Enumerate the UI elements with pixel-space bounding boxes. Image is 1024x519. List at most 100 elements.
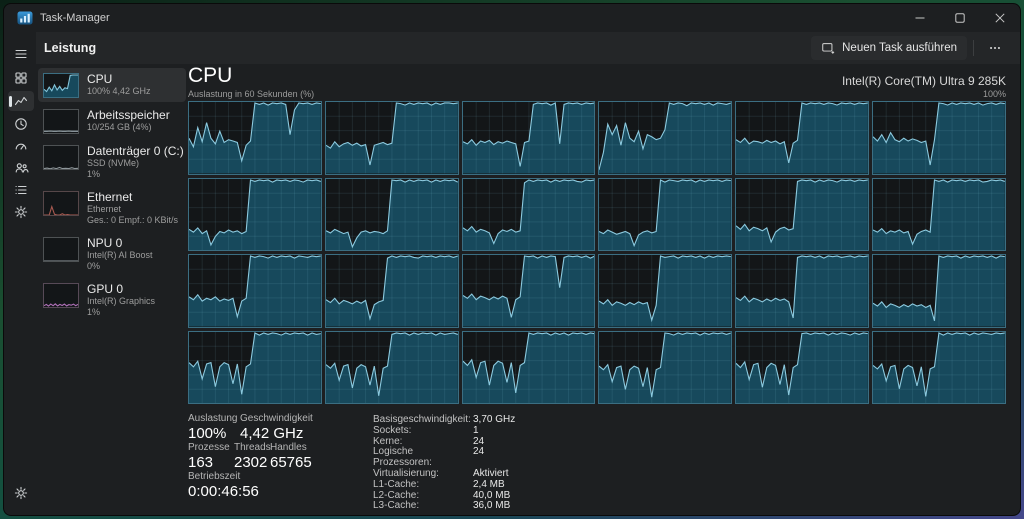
sidebar-item-sub: 1% (87, 307, 155, 318)
cpu-core-graph-core-17 (872, 254, 1006, 328)
processes-icon (13, 70, 29, 86)
graph-caption-left: Auslastung in 60 Sekunden (%) (188, 89, 314, 99)
settings-button[interactable] (8, 483, 34, 503)
cpu-core-graph-core-19 (325, 331, 459, 405)
graph-caption-right: 100% (983, 89, 1006, 99)
run-new-task-label: Neuen Task ausführen (842, 42, 957, 54)
cpu-core-graph-core-12 (188, 254, 322, 328)
close-button[interactable] (980, 4, 1020, 32)
stat-utilization: Auslastung100% (188, 413, 237, 442)
stat-handles: Handles65765 (270, 442, 312, 471)
hamburger-icon (13, 46, 29, 62)
cpu-heading: CPU (188, 64, 232, 88)
ethernet-sparkline (43, 191, 79, 216)
sidebar-item-gpu[interactable]: GPU 0 Intel(R) Graphics 1% (38, 278, 186, 322)
settings-gear-icon (13, 485, 29, 501)
menu-button[interactable] (8, 44, 34, 64)
history-clock-icon (13, 116, 29, 132)
selected-indicator (9, 96, 12, 107)
services-gear-icon (13, 204, 29, 220)
sidebar-item-ethernet[interactable]: Ethernet Ethernet Ges.: 0 Empf.: 0 KBit/… (38, 186, 186, 230)
sidebar-item-sub: Ethernet (87, 204, 178, 215)
nav-item-processes[interactable] (8, 68, 34, 88)
detail-row: Sockets:1 (373, 426, 515, 437)
nav-item-details[interactable] (8, 180, 34, 200)
sidebar-item-disk[interactable]: Datenträger 0 (C:) SSD (NVMe) 1% (38, 140, 186, 184)
cpu-core-graph-core-22 (735, 331, 869, 405)
cpu-core-graph-core-10 (735, 178, 869, 252)
cpu-sparkline (43, 73, 79, 98)
gpu-sparkline (43, 283, 79, 308)
nav-item-startup-apps[interactable] (8, 136, 34, 156)
cpu-core-graph-core-5 (872, 101, 1006, 175)
task-manager-logo-icon (17, 10, 33, 26)
sidebar-item-sub: Intel(R) Graphics (87, 296, 155, 307)
cpu-core-graph-core-9 (598, 178, 732, 252)
performance-icon (13, 93, 29, 109)
run-new-task-button[interactable]: Neuen Task ausführen (811, 36, 967, 60)
sidebar-item-title: Datenträger 0 (C:) (87, 144, 181, 158)
users-icon (13, 160, 29, 176)
gauge-icon (13, 138, 29, 154)
sidebar-item-title: GPU 0 (87, 282, 155, 296)
cpu-core-graph-core-18 (188, 331, 322, 405)
list-icon (13, 182, 29, 198)
sidebar-item-title: Arbeitsspeicher (87, 108, 170, 122)
cpu-core-grid (188, 101, 1006, 404)
cpu-details: Basisgeschwindigkeit:3,70 GHz Sockets:1 … (373, 415, 515, 512)
sidebar-item-title: NPU 0 (87, 236, 153, 250)
cpu-core-graph-core-13 (325, 254, 459, 328)
cpu-core-graph-core-23 (872, 331, 1006, 405)
cpu-core-graph-core-21 (598, 331, 732, 405)
memory-sparkline (43, 109, 79, 134)
cpu-core-graph-core-15 (598, 254, 732, 328)
cpu-core-graph-core-0 (188, 101, 322, 175)
nav-item-app-history[interactable] (8, 114, 34, 134)
cpu-core-graph-core-7 (325, 178, 459, 252)
minimize-button[interactable] (900, 4, 940, 32)
sidebar-item-title: Ethernet (87, 190, 178, 204)
more-options-button[interactable] (980, 36, 1010, 60)
sidebar-item-sub: 0% (87, 261, 153, 272)
stat-speed: Geschwindigkeit4,42 GHz (240, 413, 313, 442)
nav-item-performance[interactable] (8, 91, 34, 111)
cpu-core-graph-core-6 (188, 178, 322, 252)
cpu-core-graph-core-3 (598, 101, 732, 175)
cpu-core-graph-core-8 (462, 178, 596, 252)
cpu-core-graph-core-4 (735, 101, 869, 175)
cpu-core-graph-core-2 (462, 101, 596, 175)
sidebar-item-npu[interactable]: NPU 0 Intel(R) AI Boost 0% (38, 232, 186, 276)
cpu-core-graph-core-20 (462, 331, 596, 405)
nav-item-users[interactable] (8, 158, 34, 178)
maximize-button[interactable] (940, 4, 980, 32)
cpu-core-graph-core-11 (872, 178, 1006, 252)
title-bar: Task-Manager (4, 4, 1020, 32)
stat-processes: Prozesse163 (188, 442, 230, 471)
page-title: Leistung (44, 41, 96, 55)
cpu-core-graph-core-16 (735, 254, 869, 328)
task-manager-window: Task-Manager Leistung Neuen Task ausführ… (3, 3, 1021, 516)
disk-sparkline (43, 145, 79, 170)
npu-sparkline (43, 237, 79, 262)
cpu-core-graph-core-1 (325, 101, 459, 175)
command-bar-separator (973, 40, 974, 56)
new-task-icon (821, 41, 835, 55)
sidebar-item-memory[interactable]: Arbeitsspeicher 10/254 GB (4%) (38, 104, 186, 138)
detail-row: L3-Cache:36,0 MB (373, 501, 515, 512)
cpu-model: Intel(R) Core(TM) Ultra 9 285K (842, 74, 1006, 88)
cpu-core-graph-core-14 (462, 254, 596, 328)
window-title: Task-Manager (40, 12, 110, 24)
sidebar-item-sub: SSD (NVMe) (87, 158, 181, 169)
ellipsis-icon (988, 41, 1002, 55)
navigation-rail (4, 32, 36, 515)
sidebar-item-sub: Ges.: 0 Empf.: 0 KBit/s (87, 215, 178, 226)
stat-uptime: Betriebszeit0:00:46:56 (188, 471, 259, 500)
sidebar-item-sub: Intel(R) AI Boost (87, 250, 153, 261)
sidebar-item-cpu[interactable]: CPU 100% 4,42 GHz (38, 68, 186, 102)
nav-item-services[interactable] (8, 202, 34, 222)
sidebar-item-title: CPU (87, 72, 151, 86)
sidebar-item-sub: 100% 4,42 GHz (87, 86, 151, 97)
performance-sidebar: CPU 100% 4,42 GHz Arbeitsspeicher 10/254… (36, 66, 188, 324)
detail-row: Logische Prozessoren:24 (373, 447, 515, 469)
command-bar: Leistung Neuen Task ausführen (36, 32, 1020, 64)
